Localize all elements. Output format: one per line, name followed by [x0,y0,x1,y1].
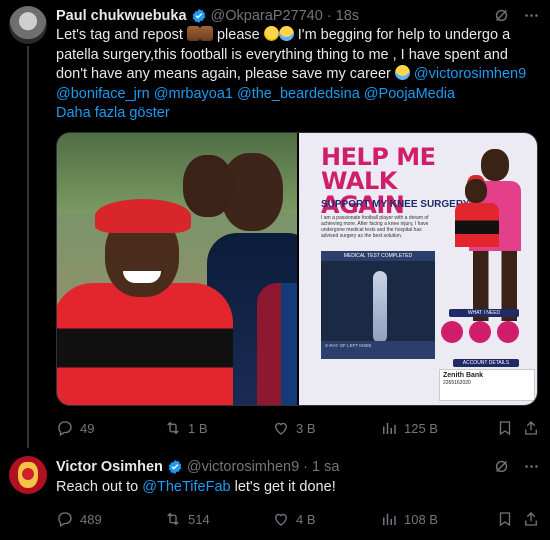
tweet-actions: 49 1 B 3 B 125 B [56,418,538,438]
photo-person [57,193,233,405]
poster-account-details: Zenith Bank 2265162020 [439,369,535,401]
like-count: 4 B [296,511,316,527]
poster-account-number: 2265162020 [443,380,471,386]
poster-body: I am a passionate football player with a… [321,215,429,239]
grok-icon[interactable] [492,6,510,24]
author-handle[interactable]: @victorosimhen9 [187,459,299,475]
xray-bone [373,271,387,343]
share-icon [525,421,537,435]
poster-test-header: MEDICAL TEST COMPLETED [321,251,435,261]
like-button[interactable]: 3 B [272,419,316,437]
poster-bank-name: Zenith Bank [443,372,484,379]
poster-info-panel: WHAT I NEED ACCOUNT DETAILS Zenith Bank … [439,309,535,405]
mention-link[interactable]: @PoojaMedia [364,86,455,102]
poster-xray: MEDICAL TEST COMPLETED X-RAY OF LEFT KNE… [321,251,435,359]
poster-need-icons [441,321,519,343]
avatar[interactable] [9,6,47,44]
views-count: 125 B [404,420,438,436]
tweet-text-part: Let's tag and repost [56,27,187,43]
views-icon [383,422,396,434]
grok-icon[interactable] [492,457,510,475]
views-count: 108 B [404,511,438,527]
repost-button[interactable]: 514 [164,510,210,528]
bookmark-icon [499,512,511,527]
tweet-header-actions [492,457,540,475]
crying-face-emoji-icon [278,26,294,41]
reply-button[interactable]: 489 [56,510,102,528]
repost-icon [167,421,179,435]
tweet-text-part: Reach out to [56,479,143,495]
tweet-actions: 489 514 4 B 108 B [56,509,538,529]
poster-player-figure [449,179,509,289]
tweet-text: Reach out to @TheTifeFab let's get it do… [56,478,536,498]
mention-link[interactable]: @victorosimhen9 [414,66,526,82]
praying-hands-emoji-icon [199,26,213,41]
crying-face-emoji-icon [394,65,410,80]
bookmark-icon [499,421,511,436]
thread-connector-line [27,46,29,448]
views-button[interactable]: 125 B [380,419,438,437]
reply-count: 49 [80,420,95,436]
views-button[interactable]: 108 B [380,510,438,528]
tweet-text: Let's tag and repost please I'm begging … [56,26,536,124]
timestamp[interactable]: 18s [336,8,359,24]
repost-count: 514 [188,511,210,527]
poster-subtitle: SUPPORT MY KNEE SURGERY [321,199,470,210]
tweet-header: Paul chukwuebuka @OkparaP27740 · 18s [56,6,359,26]
like-count: 3 B [296,420,316,436]
media-photo-players[interactable] [57,133,297,405]
bookmark-button[interactable] [496,419,514,437]
like-button[interactable]: 4 B [272,510,316,528]
bookmark-button[interactable] [496,510,514,528]
separator-dot: · [303,459,308,475]
photo-person [257,283,297,405]
media-photo-poster[interactable]: HELP ME WALK AGAIN SUPPORT MY KNEE SURGE… [299,133,537,405]
poster-account-label: ACCOUNT DETAILS [453,359,519,367]
like-icon [275,422,287,435]
author-name[interactable]: Victor Osimhen [56,459,163,475]
reply-icon [58,512,72,527]
tweet-media[interactable]: HELP ME WALK AGAIN SUPPORT MY KNEE SURGE… [56,132,538,406]
reply-count: 489 [80,511,102,527]
views-icon [383,513,396,525]
verified-badge-icon [191,8,207,24]
separator-dot: · [326,8,332,24]
repost-icon [167,512,179,526]
more-icon[interactable] [522,457,540,475]
tweet-text-part: let's get it done! [230,479,336,495]
reply-button[interactable]: 49 [56,419,94,437]
more-icon[interactable] [522,6,540,24]
like-icon [275,513,287,526]
repost-button[interactable]: 1 B [164,419,208,437]
reply-icon [58,421,72,436]
poster-need-label: WHAT I NEED [449,309,519,317]
pleading-face-emoji-icon [263,26,279,41]
tweet-header: Victor Osimhen @victorosimhen9 · 1 sa [56,457,339,477]
tweet-text-part: please [212,27,264,43]
timestamp[interactable]: 1 sa [312,459,339,475]
share-button[interactable] [522,419,540,437]
poster-xray-caption: X-RAY OF LEFT KNEE [321,341,435,359]
show-more-link[interactable]: Daha fazla göster [56,105,170,121]
repost-count: 1 B [188,420,208,436]
verified-badge-icon [167,459,183,475]
mention-link[interactable]: @mrbayoa1 [154,86,233,102]
mention-link[interactable]: @boniface_jrn [56,86,150,102]
author-name[interactable]: Paul chukwuebuka [56,8,187,24]
mention-link[interactable]: @TheTifeFab [142,479,230,495]
share-button[interactable] [522,510,540,528]
praying-hands-emoji-icon [186,26,200,41]
share-icon [525,512,537,526]
tweet-header-actions [492,6,540,24]
avatar[interactable] [9,456,47,494]
author-handle[interactable]: @OkparaP27740 [211,8,323,24]
mention-link[interactable]: @the_beardedsina [237,86,360,102]
